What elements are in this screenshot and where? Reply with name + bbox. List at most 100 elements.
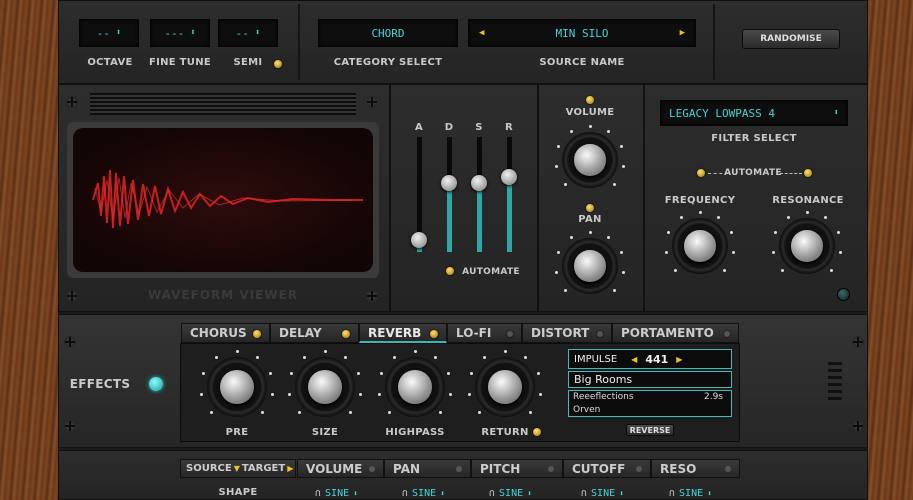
impulse-selector[interactable]: IMPULSE ◀ 441 ▶ (568, 349, 732, 369)
mod-shape-selector[interactable]: ∩ SINE ⬍ (402, 486, 466, 500)
resonance-tick (838, 251, 842, 255)
tab-label: PORTAMENTO (621, 326, 714, 340)
filter-display[interactable]: LEGACY LOWPASS 4 ⬍ (660, 100, 848, 126)
effects-pre-label: PRE (225, 427, 249, 438)
impulse-name: Reeeflections (573, 392, 634, 402)
tab-chorus[interactable]: CHORUS (181, 323, 270, 343)
envelope-automate-led[interactable] (446, 267, 454, 275)
octave-value: -- (96, 26, 110, 40)
mod-tab-reso[interactable]: RESO (651, 459, 740, 478)
mod-tab-volume[interactable]: VOLUME (297, 459, 384, 478)
resonance-knob[interactable] (779, 218, 835, 274)
frequency-automate-led[interactable] (697, 169, 705, 177)
effects-enable-led[interactable] (149, 377, 163, 391)
knob-cap (488, 370, 522, 404)
screw-icon (66, 96, 78, 108)
semi-label: SEMI (233, 57, 263, 68)
volume-automate-led[interactable] (586, 96, 594, 104)
effects-tick (468, 392, 472, 396)
fader-fill (507, 177, 512, 252)
effects-return-knob[interactable] (475, 357, 535, 417)
tab-enable-led[interactable] (597, 331, 603, 337)
tab-distort[interactable]: DISTORT (522, 323, 612, 343)
effects-highpass-knob[interactable] (385, 357, 445, 417)
resonance-tick (786, 216, 790, 220)
mod-shape-selector[interactable]: ∩ SINE ⬍ (581, 486, 645, 500)
impulse-list-item[interactable]: Orven (573, 405, 723, 418)
effects-tick (528, 410, 532, 414)
source-display[interactable]: ◀ MIN SILO ▶ (468, 19, 696, 47)
mod-tab-led[interactable] (456, 466, 462, 472)
tab-reverb[interactable]: REVERB (359, 323, 447, 343)
reverse-button[interactable]: REVERSE (626, 424, 674, 436)
impulse-category[interactable]: Big Rooms (568, 371, 732, 388)
mod-tab-led[interactable] (636, 466, 642, 472)
shape-label: SHAPE (218, 487, 258, 498)
frequency-tick (722, 268, 726, 272)
mod-tab-pan[interactable]: PAN (384, 459, 471, 478)
tab-enable-led[interactable] (724, 331, 730, 337)
tab-enable-led[interactable] (507, 331, 513, 337)
effects-tick (413, 349, 417, 353)
left-wood-panel (0, 0, 58, 500)
envelope-s-fader[interactable] (477, 137, 482, 252)
impulse-list-item[interactable]: Reeeflections 2.9s (573, 392, 723, 405)
knob-cap (398, 370, 432, 404)
source-tab[interactable]: SOURCE (186, 463, 232, 474)
effects-tick (235, 349, 239, 353)
frequency-tick (679, 216, 683, 220)
semi-display[interactable]: -- ⬍ (218, 19, 278, 47)
mod-tab-led[interactable] (548, 466, 554, 472)
target-tab[interactable]: TARGET (242, 463, 285, 474)
randomise-button[interactable]: RANDOMISE (742, 29, 840, 49)
pan-automate-led[interactable] (586, 204, 594, 212)
mod-tab-led[interactable] (725, 466, 731, 472)
effects-size-knob[interactable] (295, 357, 355, 417)
divider (298, 4, 300, 80)
effects-tick (358, 392, 362, 396)
fader-handle[interactable] (471, 175, 487, 191)
right-wood-panel (868, 0, 913, 500)
volume-tick (612, 182, 616, 186)
mod-tab-cutoff[interactable]: CUTOFF (563, 459, 651, 478)
fader-fill (447, 183, 452, 252)
octave-display[interactable]: -- ⬍ (79, 19, 139, 47)
tab-portamento[interactable]: PORTAMENTO (612, 323, 739, 343)
effects-tick (388, 410, 392, 414)
stepper-icon: ⬍ (190, 28, 196, 38)
fader-handle[interactable] (411, 232, 427, 248)
mod-source-target: SOURCE ▼ TARGET ▶ (180, 459, 296, 478)
frequency-knob[interactable] (672, 218, 728, 274)
filter-toggle-led[interactable] (837, 288, 850, 301)
mod-shape-selector[interactable]: ∩ SINE ⬍ (315, 486, 379, 500)
pan-knob[interactable] (562, 238, 618, 294)
mod-shape-selector[interactable]: ∩ SINE ⬍ (669, 486, 733, 500)
next-arrow-icon[interactable]: ▶ (680, 28, 685, 38)
mod-tab-pitch[interactable]: PITCH (471, 459, 563, 478)
stepper-icon: ⬍ (115, 28, 122, 38)
return-automate-led[interactable] (533, 428, 541, 436)
envelope-d-fader[interactable] (447, 137, 452, 252)
prev-arrow-icon[interactable]: ◀ (479, 28, 484, 38)
resonance-automate-led[interactable] (804, 169, 812, 177)
tab-lofi[interactable]: LO-FI (447, 323, 522, 343)
envelope-r-label: R (504, 122, 513, 133)
category-display[interactable]: CHORD (318, 19, 458, 47)
fader-handle[interactable] (441, 175, 457, 191)
tab-enable-led[interactable] (253, 330, 261, 338)
envelope-automate-label: AUTOMATE (462, 267, 520, 277)
tab-enable-led[interactable] (430, 330, 438, 338)
prev-arrow-icon[interactable]: ◀ (631, 355, 637, 364)
effects-tick (438, 410, 442, 414)
tab-enable-led[interactable] (342, 330, 350, 338)
mod-tab-led[interactable] (369, 466, 375, 472)
tab-delay[interactable]: DELAY (270, 323, 359, 343)
effects-pre-knob[interactable] (207, 357, 267, 417)
next-arrow-icon[interactable]: ▶ (676, 355, 682, 364)
fader-handle[interactable] (501, 169, 517, 185)
fine-tune-display[interactable]: --- ⬍ (150, 19, 210, 47)
mod-shape-selector[interactable]: ∩ SINE ⬍ (489, 486, 553, 500)
volume-knob[interactable] (562, 132, 618, 188)
semi-automate-led[interactable] (274, 60, 282, 68)
envelope-r-fader[interactable] (507, 137, 512, 252)
